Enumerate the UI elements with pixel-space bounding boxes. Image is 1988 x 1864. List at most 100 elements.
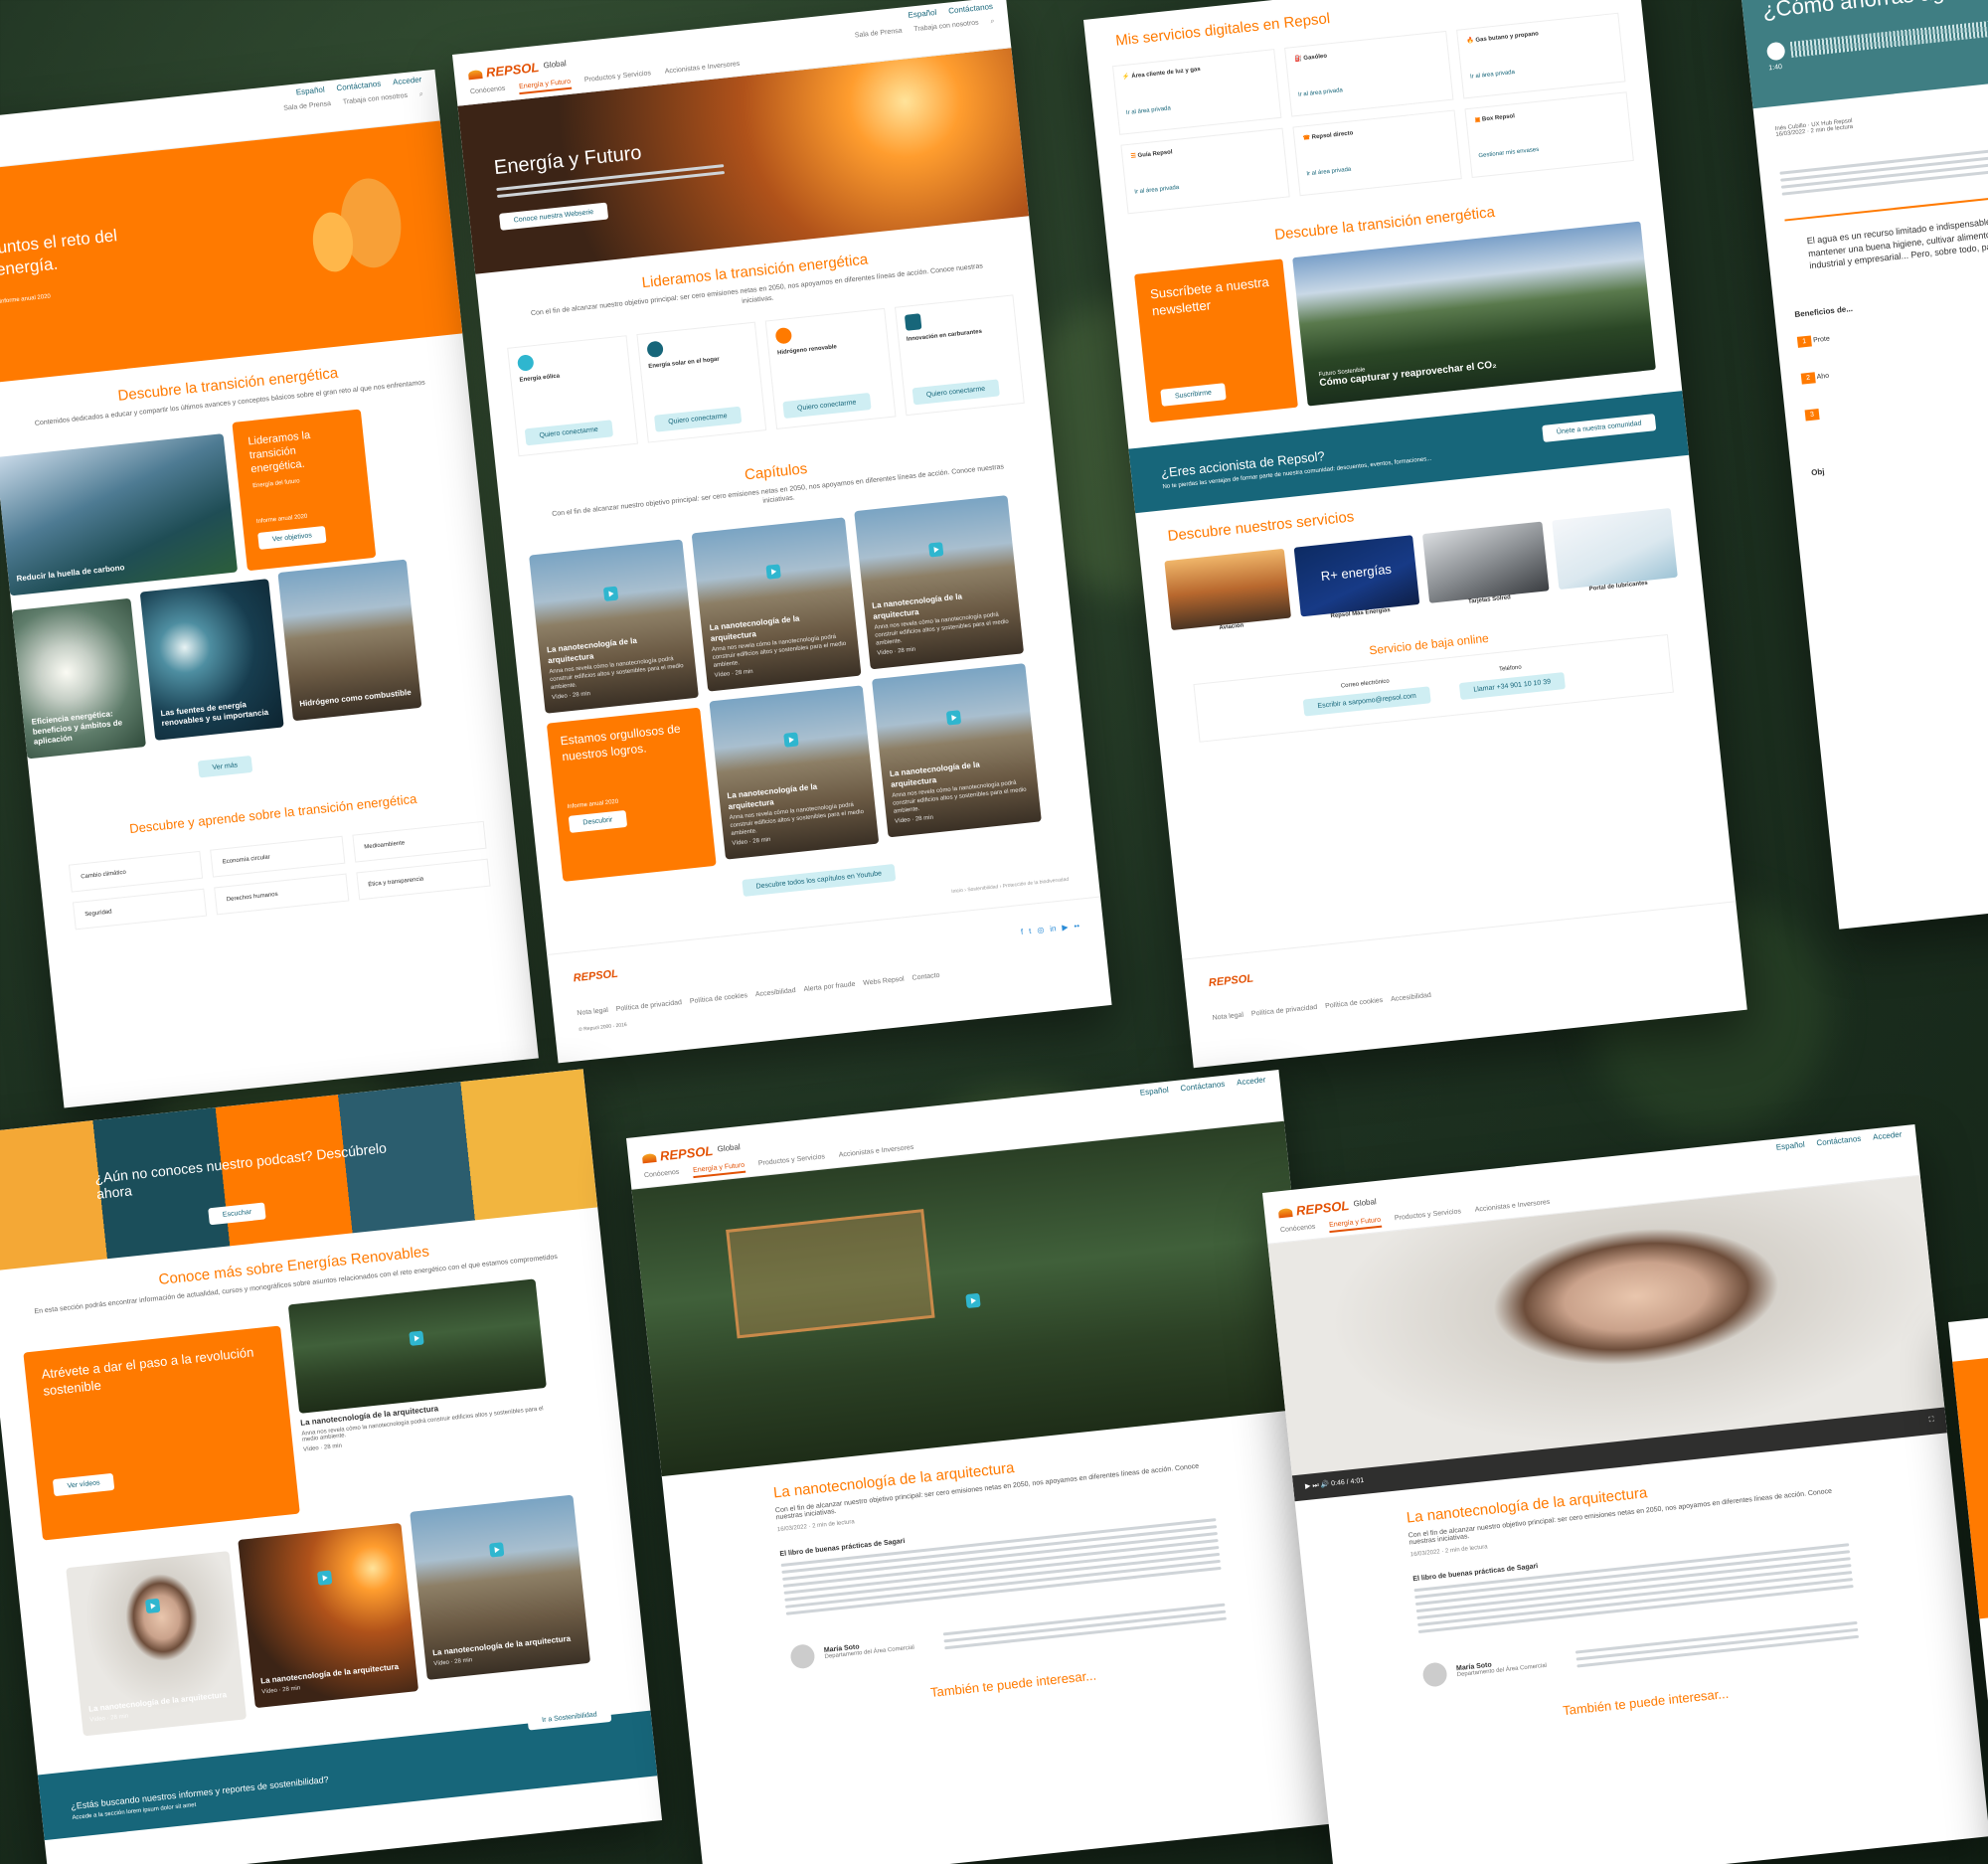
feature-image[interactable] <box>287 1278 547 1414</box>
language-selector[interactable]: Español <box>908 8 937 20</box>
chapter-card[interactable]: La nanotecnología de la arquitectura Víde… <box>410 1494 591 1680</box>
phone-button[interactable]: Llamar +34 901 10 10 39 <box>1458 672 1566 701</box>
footer-link[interactable]: Política de privacidad <box>1251 1004 1318 1018</box>
jobs-link[interactable]: Trabaja con nosotros <box>343 92 409 107</box>
play-icon[interactable] <box>602 586 618 602</box>
connect-button[interactable]: Quiero conectarme <box>524 419 613 445</box>
chapter-card[interactable]: La nanotecnología de la arquitectura Anna… <box>709 685 880 860</box>
service-card[interactable]: 🔥 Gas butano y propano Ir al área privada <box>1456 12 1626 99</box>
discover-button[interactable]: Descubrir <box>568 810 628 834</box>
service-tile[interactable]: Tarjetas Solred <box>1421 521 1550 609</box>
chapter-card[interactable]: La nanotecnología de la arquitectura Víde… <box>66 1550 248 1737</box>
play-icon[interactable] <box>945 710 961 726</box>
play-icon[interactable] <box>965 1292 981 1309</box>
nav-item[interactable]: Productos y Servicios <box>1395 1208 1462 1226</box>
chapter-card[interactable]: La nanotecnología de la arquitectura Anna… <box>854 495 1025 670</box>
contact-link[interactable]: Contáctanos <box>1180 1080 1226 1094</box>
service-card[interactable]: ☰ Guía Repsol Ir al área privada <box>1120 127 1290 215</box>
chapter-card[interactable]: La nanotecnología de la arquitectura Anna… <box>529 539 699 715</box>
play-icon[interactable] <box>488 1542 504 1558</box>
twitter-icon[interactable]: t <box>1029 927 1032 935</box>
contact-link[interactable]: Contáctanos <box>1816 1134 1862 1148</box>
language-selector[interactable]: Español <box>1139 1086 1169 1098</box>
service-tile[interactable]: Aviación <box>1164 548 1291 636</box>
fullscreen-icon[interactable]: ⛶ <box>1928 1417 1934 1425</box>
footer-link[interactable]: Contacto <box>911 972 940 982</box>
view-more-button[interactable]: Ver más <box>197 755 252 778</box>
footer-link[interactable]: Accesibilidad <box>755 987 796 998</box>
instagram-icon[interactable]: ◎ <box>1037 926 1045 935</box>
topic-card[interactable]: Cambio climático <box>68 850 204 893</box>
repsol-logo[interactable]: REPSOL <box>467 60 540 82</box>
chapter-card[interactable]: La nanotecnología de la arquitectura Anna… <box>691 517 862 692</box>
nav-item[interactable]: Conócenos <box>470 85 506 100</box>
subscribe-button[interactable]: Suscribirme <box>1160 382 1227 407</box>
nav-item-active[interactable]: Energía y Futuro <box>692 1161 746 1179</box>
play-icon[interactable] <box>409 1330 424 1346</box>
play-icon[interactable] <box>764 564 781 581</box>
chapter-card[interactable]: La nanotecnología de la arquitectura Anna… <box>872 663 1042 838</box>
chapter-card[interactable]: La nanotecnología de la arquitectura Víde… <box>238 1522 419 1708</box>
nav-item-active[interactable]: Energía y Futuro <box>1328 1216 1382 1234</box>
tile-hydrogen[interactable]: Hidrógeno como combustible <box>277 559 422 722</box>
topic-card[interactable]: Seguridad <box>72 888 208 931</box>
login-link[interactable]: Acceder <box>393 75 422 86</box>
footer-link[interactable]: Nota legal <box>1212 1012 1243 1022</box>
achievements-link[interactable]: Informe anual 2020 <box>567 791 697 810</box>
contact-link[interactable]: Contáctanos <box>336 80 382 93</box>
nav-item[interactable]: Conócenos <box>644 1169 680 1184</box>
tile-carbon-footprint[interactable]: Reducir la huella de carbono <box>0 432 239 596</box>
play-icon[interactable] <box>782 732 799 749</box>
youtube-icon[interactable]: ▶ <box>1062 923 1069 932</box>
tile-renewables[interactable]: Las fuentes de energía renovables y su i… <box>139 578 284 741</box>
language-selector[interactable]: Español <box>1775 1140 1805 1152</box>
press-link[interactable]: Sala de Prensa <box>855 28 903 41</box>
global-selector[interactable]: Global <box>543 59 567 70</box>
nav-item[interactable]: Accionistas e Inversores <box>664 61 741 80</box>
service-tile[interactable]: R+ energías Repsol Más Energías <box>1293 535 1420 622</box>
nav-item-active[interactable]: Energía y Futuro <box>518 78 572 95</box>
topic-card[interactable]: Economía circular <box>210 835 346 878</box>
search-icon[interactable]: ⌕ <box>419 90 424 98</box>
tile-energy-efficiency[interactable]: Eficiencia energética: beneficios y ámbi… <box>11 597 146 760</box>
lead-box-link[interactable]: Informe anual 2020 <box>256 508 358 524</box>
service-card[interactable]: ⚡ Área cliente de luz y gas Ir al área pr… <box>1111 49 1282 135</box>
nav-item[interactable]: Accionistas e Inversores <box>1474 1199 1551 1218</box>
footer-link[interactable]: Webs Repsol <box>863 976 905 987</box>
linkedin-icon[interactable]: in <box>1050 924 1057 933</box>
footer-link[interactable]: Política de cookies <box>1325 997 1384 1010</box>
topic-card[interactable]: Derechos humanos <box>214 873 349 916</box>
connect-button[interactable]: Quiero conectarme <box>653 406 743 432</box>
view-objectives-button[interactable]: Ver objetivos <box>257 525 327 550</box>
footer-link[interactable]: Nota legal <box>577 1007 608 1017</box>
repsol-logo[interactable]: REPSOL <box>1277 1198 1350 1220</box>
jobs-link[interactable]: Trabaja con nosotros <box>913 19 979 34</box>
contact-link[interactable]: Contáctanos <box>948 2 994 16</box>
view-videos-button[interactable]: Ver vídeos <box>52 1472 115 1496</box>
connect-button[interactable]: Quiero conectarme <box>782 392 872 419</box>
global-selector[interactable]: Global <box>717 1142 741 1153</box>
play-icon[interactable] <box>316 1570 332 1586</box>
feature-co2[interactable]: Futuro Sostenible Cómo capturar y reapro… <box>1292 221 1656 407</box>
repsol-logo[interactable]: REPSOL <box>641 1143 714 1165</box>
listen-button[interactable]: Escuchar <box>208 1202 266 1226</box>
service-card[interactable]: ▣ Box Repsol Gestionar mis envases <box>1464 91 1634 179</box>
flickr-icon[interactable]: •• <box>1074 922 1080 932</box>
service-card[interactable]: ☎ Repsol directo Ir al área privada <box>1292 109 1462 197</box>
nav-item[interactable]: Productos y Servicios <box>584 70 652 87</box>
global-selector[interactable]: Global <box>1353 1197 1377 1208</box>
topic-card[interactable]: Ética y transparencia <box>356 858 491 901</box>
email-button[interactable]: Escribir a sarpomo@repsol.com <box>1302 686 1431 717</box>
webseries-button[interactable]: Conoce nuestra Webserie <box>498 202 608 231</box>
nav-item[interactable]: Accionistas e Inversores <box>838 1144 914 1163</box>
footer-link[interactable]: Accesibilidad <box>1391 992 1431 1003</box>
play-icon[interactable] <box>927 542 943 558</box>
footer-link[interactable]: Política de cookies <box>690 992 748 1005</box>
service-tile[interactable]: Portal de lubricantes <box>1551 507 1679 595</box>
nav-item[interactable]: Productos y Servicios <box>758 1153 826 1171</box>
play-icon[interactable] <box>144 1598 160 1613</box>
search-icon[interactable]: ⌕ <box>990 18 995 26</box>
press-link[interactable]: Sala de Prensa <box>283 100 331 113</box>
login-link[interactable]: Acceder <box>1873 1129 1903 1141</box>
volume-icon[interactable]: 🔊 <box>1320 1481 1329 1489</box>
